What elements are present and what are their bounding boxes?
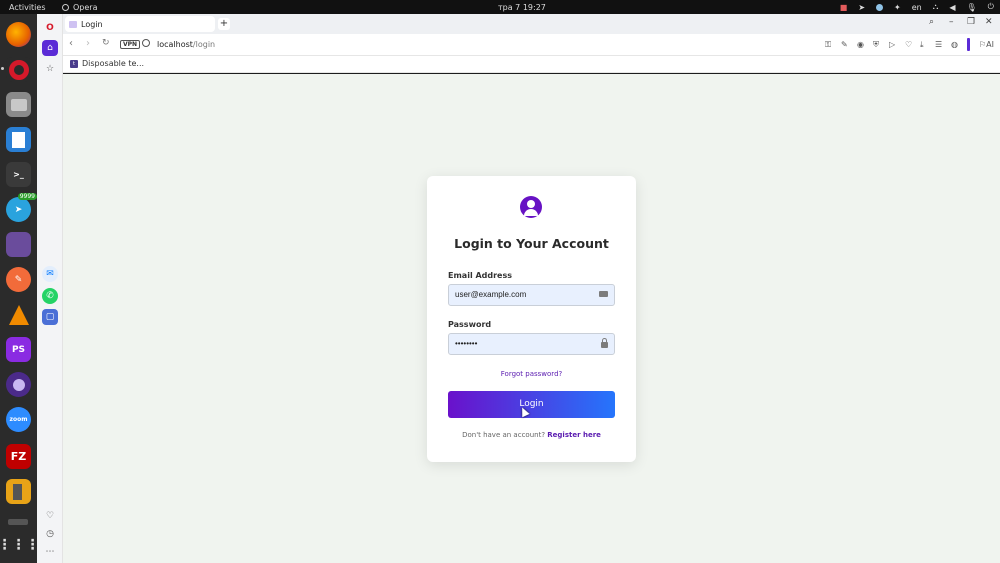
microphone-icon[interactable]: 🎙: [967, 3, 977, 12]
login-button[interactable]: Login: [448, 391, 615, 418]
chrome-tray-icon[interactable]: [876, 3, 884, 11]
email-value: user@example.com: [455, 290, 527, 299]
envelope-icon: [599, 291, 608, 297]
more-icon[interactable]: ⋯: [42, 544, 58, 560]
bookmark-favicon-icon: t: [70, 59, 78, 68]
vpn-badge[interactable]: VPN: [120, 40, 141, 49]
tab-bar: Login + ⌕ – ❐ ✕: [63, 14, 1000, 34]
calculator-icon[interactable]: [6, 479, 31, 504]
dock: >_ ➤ 9999 ✎ PS zoom FZ ⋮⋮⋮: [0, 14, 40, 563]
network-icon[interactable]: ⛬: [933, 2, 939, 12]
home-icon[interactable]: ⌂: [42, 40, 58, 56]
firefox-icon[interactable]: [6, 22, 31, 47]
back-icon[interactable]: ‹: [69, 38, 73, 49]
opera-menu-icon[interactable]: O: [42, 20, 58, 36]
easy-setup-icon[interactable]: ☰: [935, 40, 942, 49]
email-field[interactable]: user@example.com: [448, 284, 615, 306]
address-bar: ‹ › ↻ VPN localhost/login ⚿ ✎ ◉ ⛨ ▷ ♡ ⤓ …: [63, 34, 1000, 56]
minimize-icon[interactable]: –: [949, 17, 954, 27]
system-tray[interactable]: ■ ➤ ✦ en ⛬ ◀ 🎙 ⏻: [840, 2, 994, 12]
bookmark-disposable[interactable]: t Disposable te...: [70, 59, 144, 68]
reload-icon[interactable]: ↻: [102, 38, 110, 48]
download-icon[interactable]: ⤓: [920, 40, 924, 50]
site-info-icon[interactable]: [142, 39, 150, 47]
password-label: Password: [448, 320, 492, 329]
app-grid-icon[interactable]: ⋮⋮⋮: [0, 532, 40, 557]
email-label: Email Address: [448, 271, 513, 280]
postman-icon[interactable]: ✎: [6, 267, 31, 292]
phpstorm-icon[interactable]: PS: [6, 337, 31, 362]
search-tabs-icon[interactable]: ⌕: [929, 17, 934, 27]
power-icon[interactable]: ⏻: [988, 2, 994, 12]
page-content: Login to Your Account Email Address user…: [63, 74, 1000, 563]
lock-icon: [601, 338, 608, 348]
heart-icon[interactable]: ♡: [42, 508, 58, 524]
shield-icon[interactable]: ⛨: [873, 40, 879, 50]
extension-icon[interactable]: ▢: [42, 309, 58, 325]
telegram-icon[interactable]: ➤ 9999: [6, 193, 37, 222]
register-link[interactable]: Register here: [547, 431, 601, 439]
player-icon[interactable]: ▷: [889, 40, 895, 49]
password-field[interactable]: ••••••••: [448, 333, 615, 355]
zoom-icon[interactable]: zoom: [6, 407, 31, 432]
vlc-icon[interactable]: [6, 302, 31, 327]
whatsapp-icon[interactable]: ✆: [42, 288, 58, 304]
language-indicator[interactable]: en: [912, 3, 922, 12]
password-value: ••••••••: [455, 339, 478, 348]
register-prompt: Don't have an account? Register here: [462, 431, 601, 439]
tab-title: Login: [81, 19, 103, 29]
files-icon[interactable]: [6, 92, 31, 117]
clock[interactable]: тра 7 19:27: [498, 3, 546, 12]
bookmark-label: Disposable te...: [82, 59, 145, 68]
network-tray-icon[interactable]: ✦: [894, 3, 901, 12]
edit-icon[interactable]: ✎: [841, 40, 848, 49]
opera-logo-icon: [8, 59, 29, 80]
terminal-icon[interactable]: >_: [6, 162, 31, 187]
bookmarks-bar: t Disposable te...: [63, 56, 1000, 73]
close-icon[interactable]: ✕: [985, 17, 993, 27]
camera-icon[interactable]: ■: [840, 3, 848, 12]
tab-favicon-icon: [69, 20, 77, 28]
video-editor-icon[interactable]: [6, 232, 31, 257]
history-icon[interactable]: ◷: [42, 526, 58, 542]
login-card: Login to Your Account Email Address user…: [427, 176, 636, 462]
messenger-icon[interactable]: ✉: [42, 266, 58, 282]
ai-indicator: [967, 38, 970, 51]
key-icon[interactable]: ⚿: [825, 40, 831, 50]
volume-icon[interactable]: ◀: [949, 3, 955, 12]
activities-button[interactable]: Activities: [9, 3, 46, 12]
new-tab-button[interactable]: +: [218, 18, 230, 30]
url-field[interactable]: localhost/login: [157, 40, 215, 49]
user-avatar-icon: [520, 196, 542, 218]
opera-small-icon: [62, 3, 69, 11]
restore-icon[interactable]: ❐: [967, 17, 975, 27]
tor-browser-icon[interactable]: [6, 372, 31, 397]
active-app-menu[interactable]: Opera: [62, 3, 98, 12]
opera-icon[interactable]: [1, 57, 31, 82]
bookmarks-icon[interactable]: ☆: [42, 61, 58, 77]
profile-icon[interactable]: ◍: [951, 40, 958, 49]
filezilla-icon[interactable]: FZ: [6, 444, 31, 469]
opera-sidebar: O ⌂ ☆ ✉ ✆ ▢ ♡ ◷ ⋯: [37, 14, 63, 563]
forward-icon[interactable]: ›: [86, 38, 90, 49]
telegram-badge: 9999: [17, 193, 37, 200]
aria-ai-button[interactable]: ⚐AI: [979, 40, 994, 49]
system-top-bar: Activities Opera тра 7 19:27 ■ ➤ ✦ en ⛬ …: [0, 0, 1000, 14]
telegram-tray-icon[interactable]: ➤: [858, 3, 865, 12]
active-app-name: Opera: [73, 2, 98, 12]
forgot-password-link[interactable]: Forgot password?: [427, 370, 636, 378]
libreoffice-writer-icon[interactable]: [6, 127, 31, 152]
login-title: Login to Your Account: [454, 236, 609, 251]
snapshot-icon[interactable]: ◉: [857, 40, 864, 49]
trash-icon[interactable]: [8, 519, 28, 525]
tab-login[interactable]: Login: [65, 16, 215, 32]
heart-icon[interactable]: ♡: [905, 40, 912, 49]
